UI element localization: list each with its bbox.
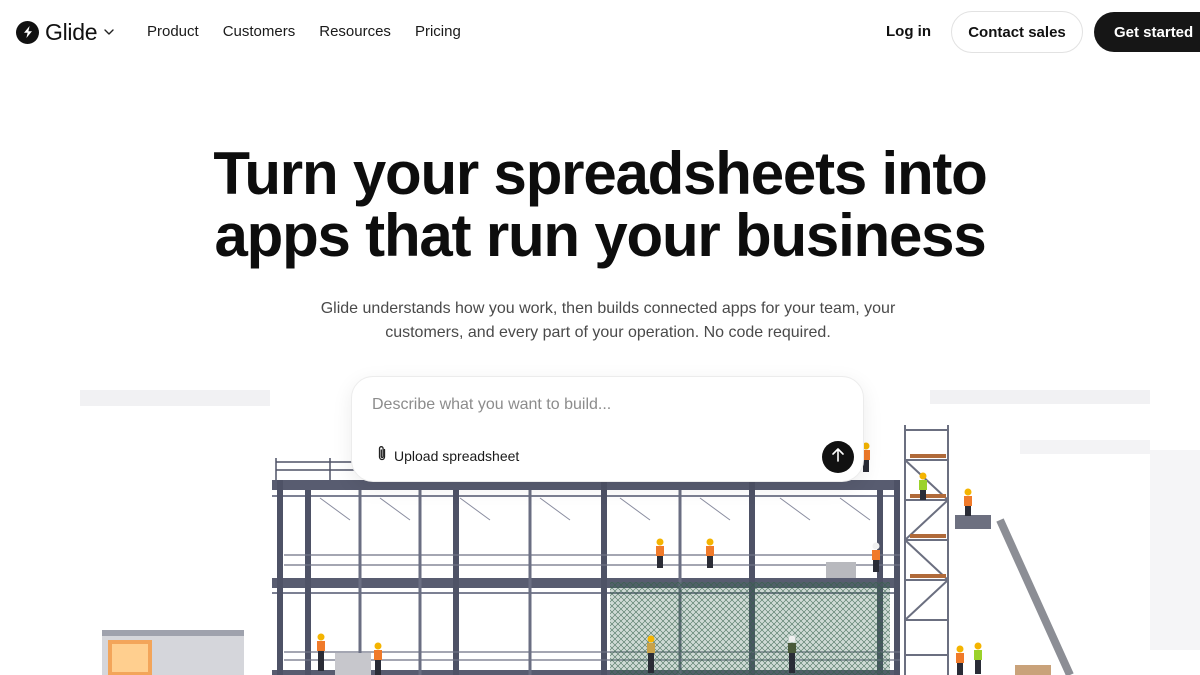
get-started-button[interactable]: Get started bbox=[1094, 12, 1200, 52]
upload-spreadsheet-button[interactable]: Upload spreadsheet bbox=[376, 445, 519, 467]
top-navigation: Glide Product Customers Resources Pricin… bbox=[0, 0, 1200, 64]
hero-headline-line-1: Turn your spreadsheets into bbox=[213, 140, 987, 207]
hero-subheadline: Glide understands how you work, then bui… bbox=[320, 300, 896, 341]
brand-menu[interactable]: Glide bbox=[16, 18, 114, 45]
nav-link-pricing[interactable]: Pricing bbox=[415, 22, 461, 42]
nav-link-product[interactable]: Product bbox=[147, 22, 199, 42]
bolt-logo-icon bbox=[16, 20, 39, 44]
nav-links: Product Customers Resources Pricing bbox=[147, 22, 485, 42]
login-link[interactable]: Log in bbox=[886, 22, 931, 42]
build-prompt-card: Upload spreadsheet bbox=[351, 376, 864, 482]
nav-link-customers[interactable]: Customers bbox=[223, 22, 296, 42]
submit-prompt-button[interactable] bbox=[822, 441, 854, 473]
hero-headline: Turn your spreadsheets into apps that ru… bbox=[0, 143, 1200, 267]
arrow-up-icon bbox=[831, 447, 845, 468]
contact-sales-button[interactable]: Contact sales bbox=[951, 11, 1083, 53]
paperclip-icon bbox=[376, 445, 388, 467]
nav-link-resources[interactable]: Resources bbox=[319, 22, 391, 42]
hero-headline-line-2: apps that run your business bbox=[214, 202, 986, 269]
chevron-down-icon[interactable] bbox=[104, 29, 114, 35]
brand-name: Glide bbox=[45, 18, 98, 45]
build-description-input[interactable] bbox=[372, 393, 832, 417]
upload-spreadsheet-label: Upload spreadsheet bbox=[394, 448, 520, 464]
